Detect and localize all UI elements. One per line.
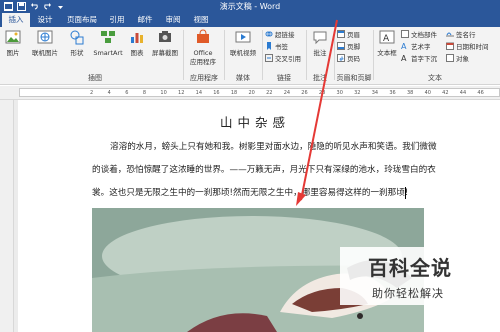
annotation-arrow: [296, 19, 338, 206]
